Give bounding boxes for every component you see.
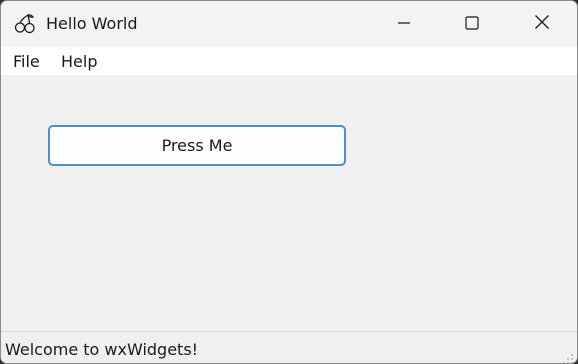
close-button[interactable] bbox=[519, 1, 565, 47]
menu-file[interactable]: File bbox=[13, 47, 40, 75]
minimize-icon bbox=[397, 15, 411, 34]
status-bar: Welcome to wxWidgets! bbox=[1, 331, 577, 363]
menu-help[interactable]: Help bbox=[61, 47, 97, 75]
main-panel: Press Me bbox=[1, 75, 577, 331]
close-icon bbox=[534, 14, 550, 34]
cherries-icon bbox=[13, 12, 37, 36]
status-text: Welcome to wxWidgets! bbox=[5, 340, 199, 359]
window-title: Hello World bbox=[46, 14, 138, 33]
title-bar[interactable]: Hello World bbox=[1, 1, 577, 47]
menu-bar: File Help bbox=[1, 47, 577, 75]
resize-grip-icon[interactable] bbox=[562, 350, 574, 363]
press-me-button[interactable]: Press Me bbox=[48, 125, 346, 166]
app-window: Hello World File Help Press Me Welcome t… bbox=[0, 0, 578, 364]
maximize-icon bbox=[465, 15, 479, 34]
minimize-button[interactable] bbox=[381, 1, 427, 47]
maximize-button[interactable] bbox=[449, 1, 495, 47]
